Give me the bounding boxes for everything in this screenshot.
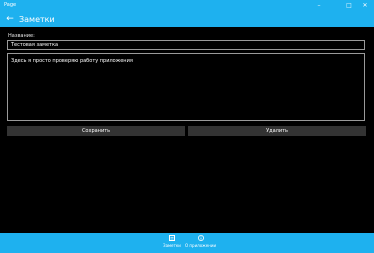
window-titlebar: Page – □ ✕ (0, 0, 374, 12)
page-title: Заметки (19, 15, 55, 24)
app-title: Page (4, 2, 17, 8)
save-button[interactable]: Сохранить (7, 126, 185, 136)
name-label: Название: (8, 33, 35, 39)
nav-label-notes: Заметки (163, 243, 181, 248)
delete-button[interactable]: Удалить (188, 126, 366, 136)
nav-label-about: О приложении (185, 243, 217, 248)
info-icon (197, 235, 204, 241)
note-title-input[interactable]: Тестовая заметка (7, 40, 365, 50)
app-header: ← Заметки (0, 12, 374, 27)
bottom-nav: Заметки О приложении (0, 233, 374, 253)
notes-icon (168, 235, 175, 241)
close-icon[interactable]: ✕ (358, 0, 372, 12)
maximize-icon[interactable]: □ (342, 0, 356, 12)
nav-item-notes[interactable]: Заметки (163, 235, 181, 248)
note-body-textarea[interactable]: Здесь я просто проверяю работу приложени… (7, 53, 365, 121)
minimize-icon[interactable]: – (312, 0, 326, 12)
nav-item-about[interactable]: О приложении (185, 235, 216, 248)
back-arrow-icon[interactable]: ← (4, 13, 16, 25)
